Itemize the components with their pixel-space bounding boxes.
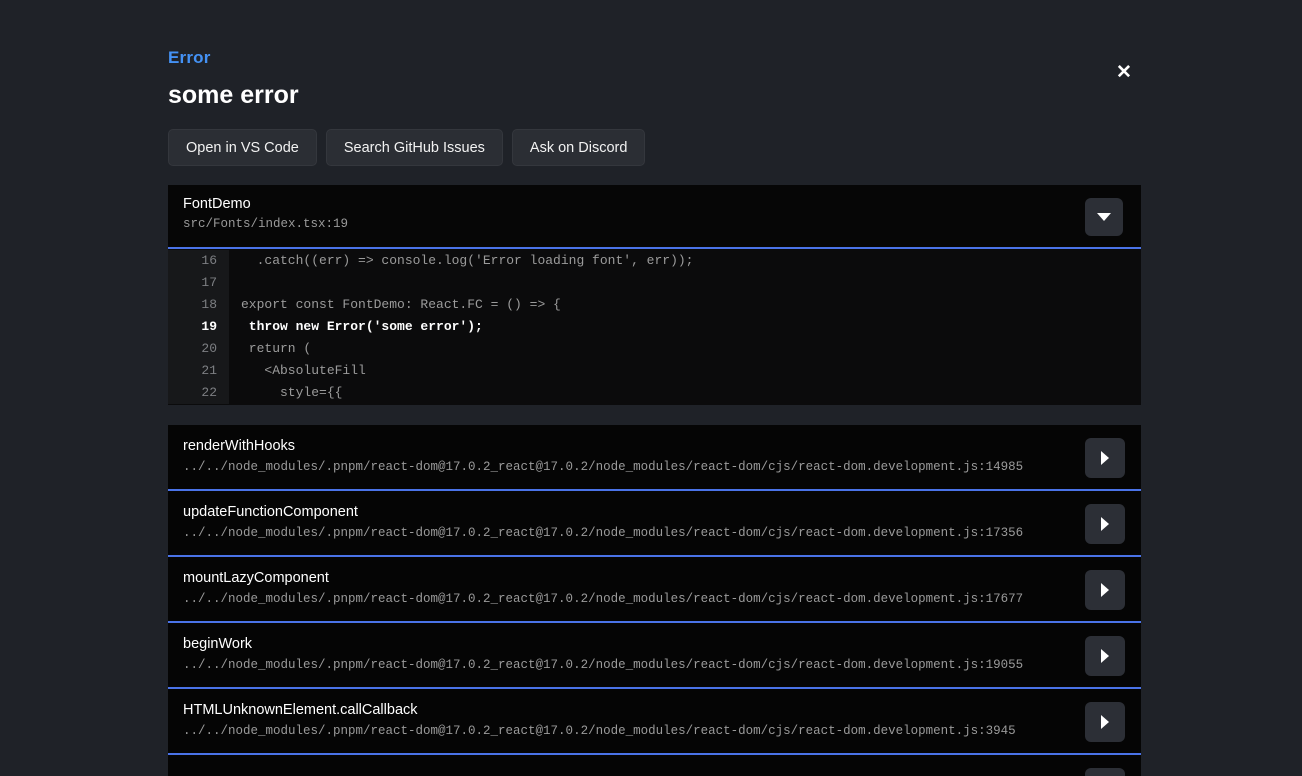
code-line: 16 .catch((err) => console.log('Error lo… [168,250,1141,272]
code-line: 17 [168,272,1141,294]
code-line-highlighted: 19 throw new Error('some error'); [168,316,1141,338]
stack-frame-callcallback: HTMLUnknownElement.callCallback ../../no… [168,689,1141,755]
expand-frame-button[interactable] [1085,768,1125,776]
stack-frame-location: ../../node_modules/.pnpm/react-dom@17.0.… [183,658,1071,672]
expand-frame-button[interactable] [1085,438,1125,478]
code-line: 21 <AbsoluteFill [168,360,1141,382]
code-snippet: 16 .catch((err) => console.log('Error lo… [168,249,1141,405]
line-number: 22 [168,382,229,404]
line-number: 17 [168,272,229,294]
code-frame-header: FontDemo src/Fonts/index.tsx:19 [168,185,1141,249]
expand-frame-button[interactable] [1085,702,1125,742]
code-frame-function: FontDemo [183,196,1126,212]
stack-frame-function: beginWork [183,636,1071,652]
open-vscode-button[interactable]: Open in VS Code [168,129,317,166]
code-line: 22 style={{ [168,382,1141,404]
expand-frame-button[interactable] [1085,570,1125,610]
stack-frame-location: ../../node_modules/.pnpm/react-dom@17.0.… [183,460,1071,474]
error-title: some error [168,81,1141,110]
stack-frame-function: mountLazyComponent [183,570,1071,586]
code-frame-location: src/Fonts/index.tsx:19 [183,217,1126,231]
stack-frame-location: ../../node_modules/.pnpm/react-dom@17.0.… [183,724,1071,738]
action-bar: Open in VS Code Search GitHub Issues Ask… [168,129,1141,166]
stack-frame-function: HTMLUnknownElement.callCallback [183,702,1071,718]
expand-frame-button[interactable] [1085,504,1125,544]
line-number: 16 [168,250,229,272]
code-line: 18 export const FontDemo: React.FC = () … [168,294,1141,316]
stack-frame-location: ../../node_modules/.pnpm/react-dom@17.0.… [183,526,1071,540]
line-number: 18 [168,294,229,316]
stack-frame-mountlazycomponent: mountLazyComponent ../../node_modules/.p… [168,557,1141,623]
collapse-frame-button[interactable] [1085,198,1123,236]
chevron-right-icon [1101,517,1109,531]
chevron-right-icon [1101,649,1109,663]
chevron-down-icon [1097,213,1111,221]
chevron-right-icon [1101,451,1109,465]
search-github-button[interactable]: Search GitHub Issues [326,129,503,166]
line-code: style={{ [229,382,342,404]
code-frame: FontDemo src/Fonts/index.tsx:19 16 .catc… [168,185,1141,405]
stack-frame-function: updateFunctionComponent [183,504,1071,520]
chevron-right-icon [1101,583,1109,597]
line-code: return ( [229,338,311,360]
stack-frame-partial [168,755,1141,776]
error-kicker: Error [168,48,1141,68]
line-number: 21 [168,360,229,382]
line-code: .catch((err) => console.log('Error loadi… [229,250,693,272]
line-code: <AbsoluteFill [229,360,366,382]
line-number: 20 [168,338,229,360]
error-overlay-screen: ✕ Error some error Open in VS Code Searc… [0,0,1302,776]
stack-frame-updatefunctioncomponent: updateFunctionComponent ../../node_modul… [168,491,1141,557]
stack-frame-location: ../../node_modules/.pnpm/react-dom@17.0.… [183,592,1071,606]
line-code: export const FontDemo: React.FC = () => … [229,294,561,316]
stack-frame-function: renderWithHooks [183,438,1071,454]
code-line: 20 return ( [168,338,1141,360]
chevron-right-icon [1101,715,1109,729]
stack-frame-beginwork: beginWork ../../node_modules/.pnpm/react… [168,623,1141,689]
line-code: throw new Error('some error'); [229,316,483,338]
expand-frame-button[interactable] [1085,636,1125,676]
ask-discord-button[interactable]: Ask on Discord [512,129,646,166]
error-overlay: Error some error Open in VS Code Search … [168,0,1141,776]
line-code [229,272,241,294]
line-number: 19 [168,316,229,338]
stack-frame-renderwithhooks: renderWithHooks ../../node_modules/.pnpm… [168,425,1141,491]
stack-trace-list: renderWithHooks ../../node_modules/.pnpm… [168,425,1141,776]
